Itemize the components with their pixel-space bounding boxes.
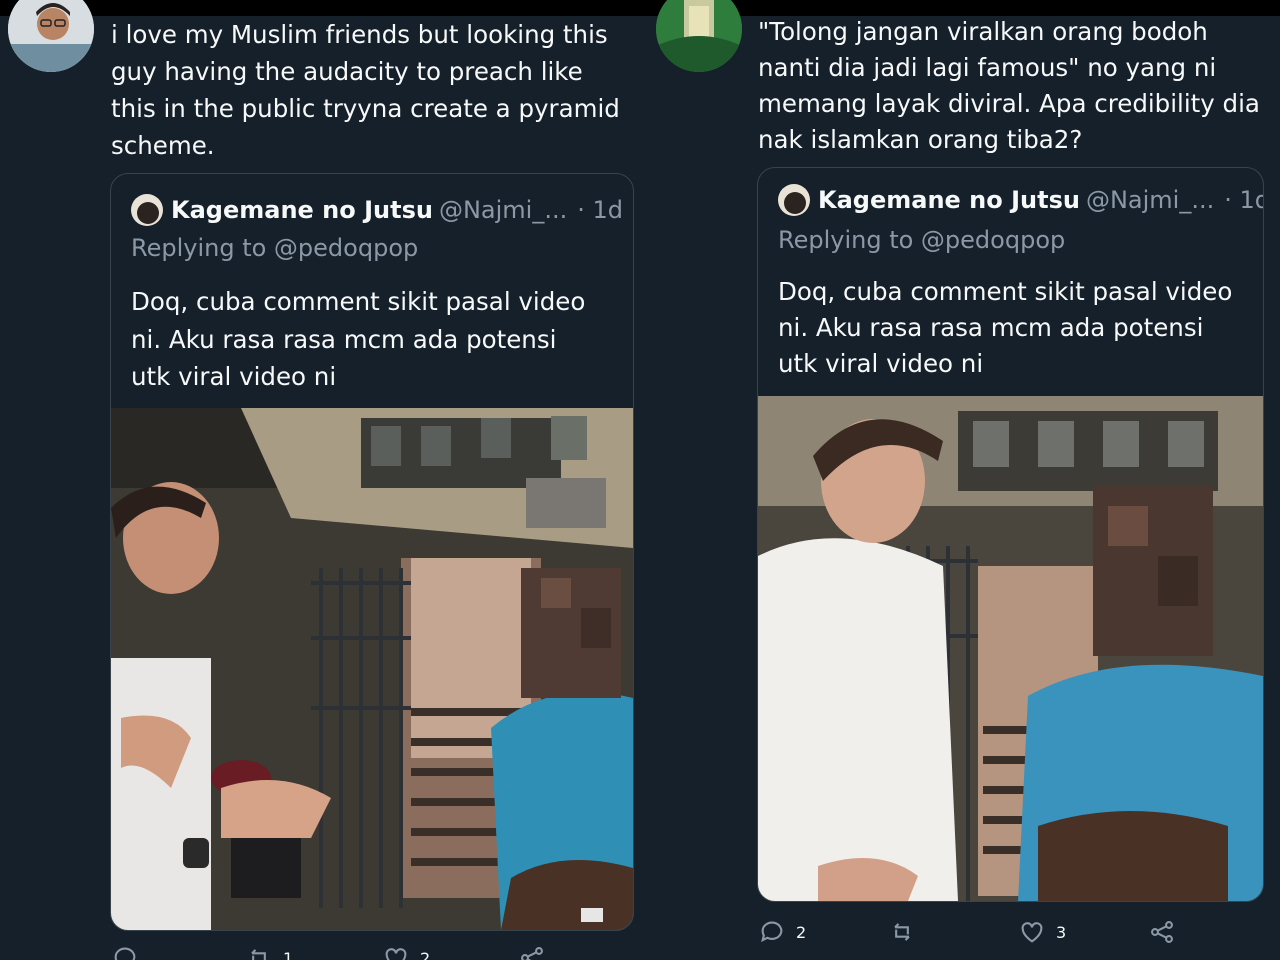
like-count: 2	[420, 948, 431, 960]
replying-to[interactable]: Replying to @pedoqpop	[778, 226, 1065, 254]
avatar[interactable]	[656, 0, 742, 72]
quoted-tweet[interactable]: Kagemane no Jutsu @Najmi_... · 1d Replyi…	[110, 173, 634, 931]
quoted-text: Doq, cuba comment sikit pasal video ni. …	[131, 287, 586, 391]
quoted-author-handle[interactable]: @Najmi_...	[439, 196, 567, 224]
reply-button[interactable]	[111, 944, 149, 960]
like-icon	[1021, 922, 1043, 943]
tweet-text: "Tolong jangan viralkan orang bodoh nant…	[758, 17, 1260, 154]
reply-icon	[114, 947, 136, 960]
quoted-video[interactable]	[758, 396, 1263, 901]
tweet-text: i love my Muslim friends but looking thi…	[111, 20, 620, 160]
reply-count: 2	[796, 922, 807, 942]
quoted-header: Kagemane no Jutsu @Najmi_... · 1d	[778, 184, 1263, 216]
retweet-icon	[894, 923, 910, 941]
quoted-author-handle[interactable]: @Najmi_...	[1086, 186, 1214, 214]
share-button[interactable]	[1148, 918, 1176, 946]
share-icon	[521, 947, 543, 960]
quoted-author-name[interactable]: Kagemane no Jutsu	[818, 186, 1080, 214]
like-button[interactable]: 3	[1018, 918, 1066, 946]
share-button[interactable]	[518, 944, 546, 960]
reply-icon	[761, 921, 783, 943]
quoted-tweet[interactable]: Kagemane no Jutsu @Najmi_... · 1d Replyi…	[757, 167, 1264, 902]
video-frame	[758, 396, 1263, 901]
quoted-video[interactable]	[111, 408, 633, 930]
quoted-timestamp[interactable]: · 1d	[1224, 186, 1263, 214]
quoted-author-name[interactable]: Kagemane no Jutsu	[171, 196, 433, 224]
share-icon	[1151, 921, 1173, 943]
quoted-text: Doq, cuba comment sikit pasal video ni. …	[778, 277, 1233, 378]
quoted-timestamp[interactable]: · 1d	[577, 196, 623, 224]
avatar-image	[656, 0, 742, 72]
video-frame	[111, 408, 633, 930]
quoted-avatar[interactable]	[131, 194, 163, 226]
avatar-image	[8, 0, 94, 72]
retweet-count: 1	[283, 948, 294, 960]
retweet-icon	[251, 949, 266, 960]
reply-button[interactable]: 2	[758, 918, 806, 946]
like-button[interactable]: 2	[382, 944, 430, 960]
avatar[interactable]	[8, 0, 94, 72]
replying-to[interactable]: Replying to @pedoqpop	[131, 234, 418, 262]
like-count: 3	[1056, 922, 1067, 942]
quoted-header: Kagemane no Jutsu @Najmi_... · 1d	[131, 194, 623, 226]
quoted-avatar[interactable]	[778, 184, 810, 216]
tweet-left[interactable]: i love my Muslim friends but looking thi…	[0, 0, 640, 960]
retweet-button[interactable]: 1	[245, 944, 293, 960]
tweet-right[interactable]: "Tolong jangan viralkan orang bodoh nant…	[640, 0, 1280, 960]
retweet-button[interactable]	[888, 918, 926, 946]
like-icon	[385, 948, 407, 960]
